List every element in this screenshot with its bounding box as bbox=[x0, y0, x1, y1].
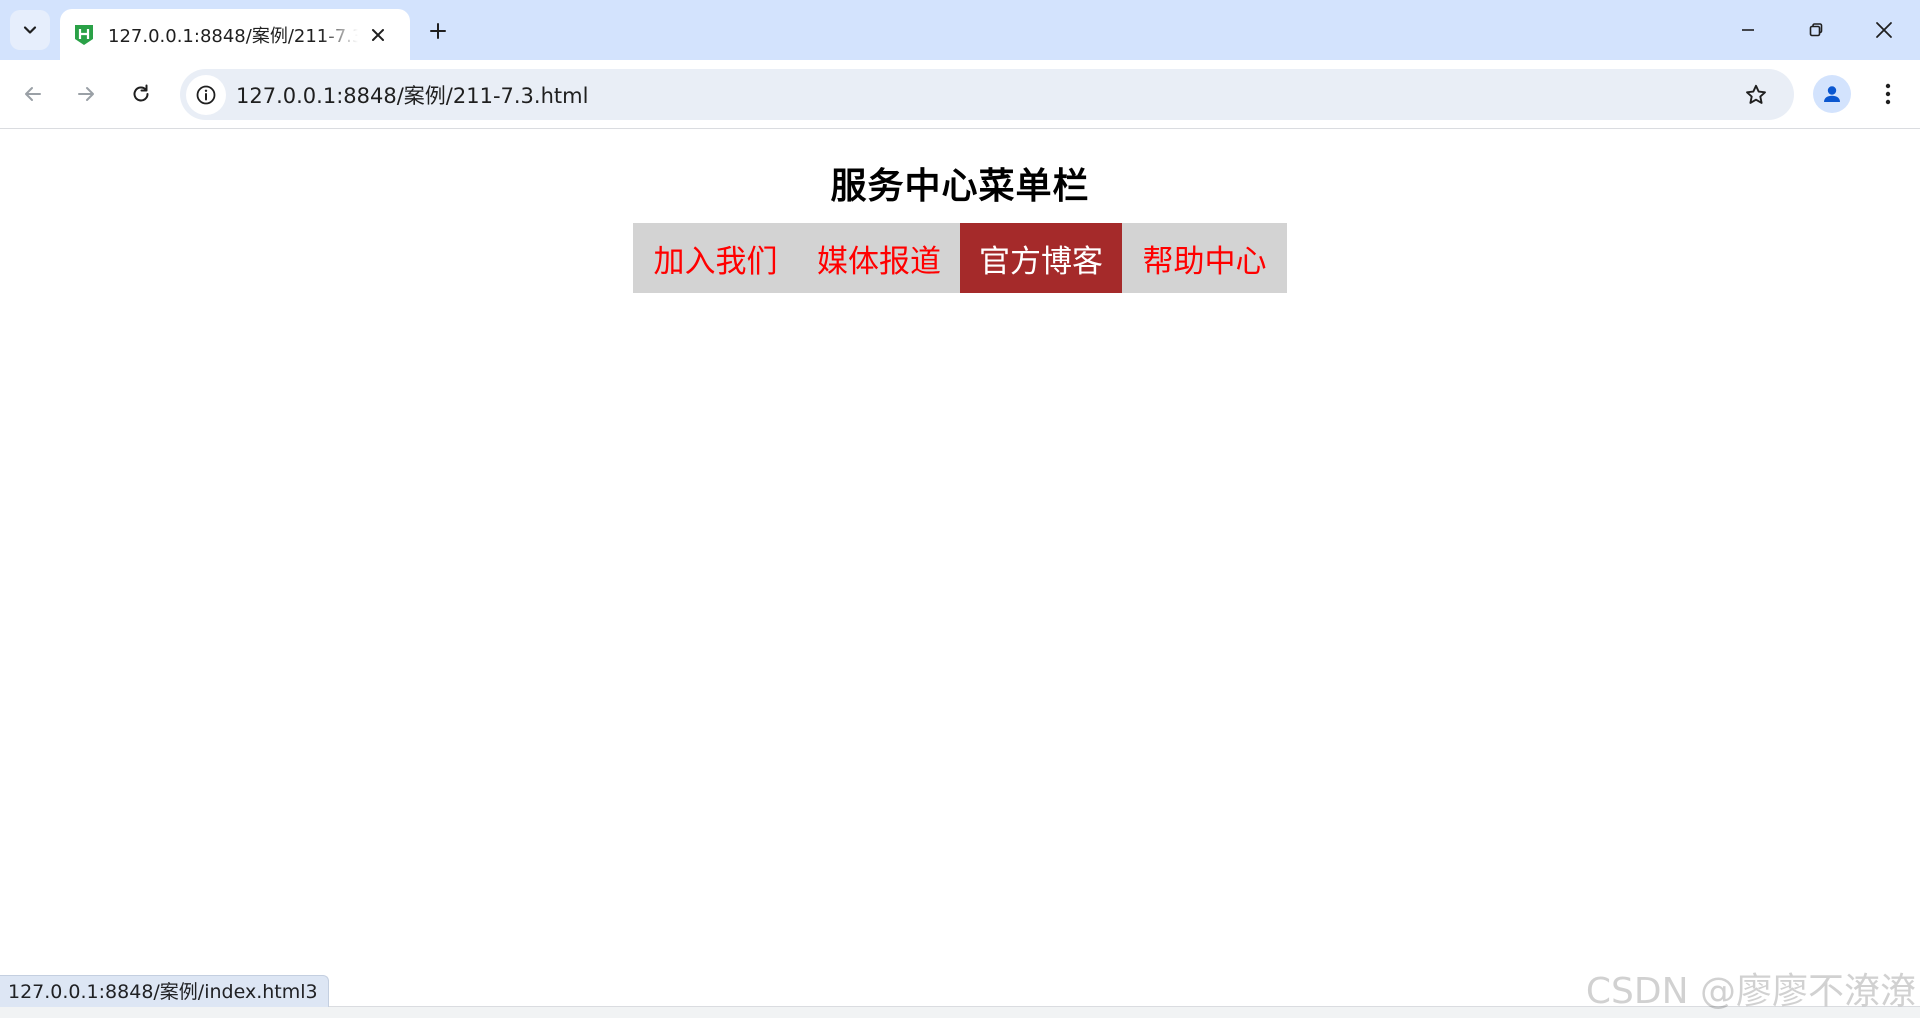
more-vertical-icon bbox=[1885, 83, 1891, 105]
forward-button[interactable] bbox=[66, 74, 106, 114]
url-text[interactable]: 127.0.0.1:8848/案例/211-7.3.html bbox=[236, 80, 588, 110]
service-menu-bar: 加入我们 媒体报道 官方博客 帮助中心 bbox=[633, 223, 1287, 293]
bookmark-star-button[interactable] bbox=[1736, 75, 1776, 115]
site-info-button[interactable] bbox=[186, 74, 226, 115]
arrow-left-icon bbox=[25, 87, 41, 101]
browser-tab-active[interactable]: 127.0.0.1:8848/案例/211-7.3.html bbox=[60, 9, 410, 60]
restore-button[interactable] bbox=[1782, 0, 1850, 60]
back-button[interactable] bbox=[13, 74, 53, 114]
info-icon bbox=[196, 85, 216, 104]
csdn-watermark: CSDN @廖廖不潦潦 bbox=[1585, 971, 1916, 1012]
link-status-bubble: 127.0.0.1:8848/案例/index.html3 bbox=[0, 975, 329, 1007]
close-icon bbox=[1876, 22, 1892, 38]
tab-close-button[interactable] bbox=[364, 21, 392, 49]
chevron-down-icon bbox=[23, 26, 37, 34]
minimize-icon bbox=[1742, 29, 1754, 31]
close-icon bbox=[372, 28, 384, 41]
address-bar[interactable]: 127.0.0.1:8848/案例/211-7.3.html bbox=[180, 69, 1794, 120]
page-title: 服务中心菜单栏 bbox=[830, 166, 1090, 207]
reload-icon bbox=[133, 84, 149, 102]
tab-title: 127.0.0.1:8848/案例/211-7.3.html bbox=[108, 25, 358, 47]
profile-avatar[interactable] bbox=[1813, 75, 1851, 113]
menu-item-official-blog[interactable]: 官方博客 bbox=[960, 223, 1122, 293]
menu-item-join-us[interactable]: 加入我们 bbox=[633, 223, 798, 293]
minimize-button[interactable] bbox=[1714, 0, 1782, 60]
tab-strip: 127.0.0.1:8848/案例/211-7.3.html bbox=[0, 0, 1920, 60]
browser-toolbar: 127.0.0.1:8848/案例/211-7.3.html bbox=[0, 60, 1920, 129]
star-icon bbox=[1746, 84, 1766, 104]
hbuilder-h-icon bbox=[74, 24, 94, 46]
tab-search-button[interactable] bbox=[10, 10, 50, 50]
close-window-button[interactable] bbox=[1850, 0, 1918, 60]
new-tab-button[interactable] bbox=[422, 15, 454, 47]
restore-icon bbox=[1809, 23, 1823, 37]
arrow-right-icon bbox=[78, 87, 94, 101]
menu-item-media-reports[interactable]: 媒体报道 bbox=[798, 223, 960, 293]
browser-menu-button[interactable] bbox=[1868, 74, 1908, 114]
person-icon bbox=[1824, 86, 1840, 102]
reload-button[interactable] bbox=[121, 74, 161, 114]
plus-icon bbox=[430, 23, 446, 39]
menu-item-help-center[interactable]: 帮助中心 bbox=[1122, 223, 1287, 293]
